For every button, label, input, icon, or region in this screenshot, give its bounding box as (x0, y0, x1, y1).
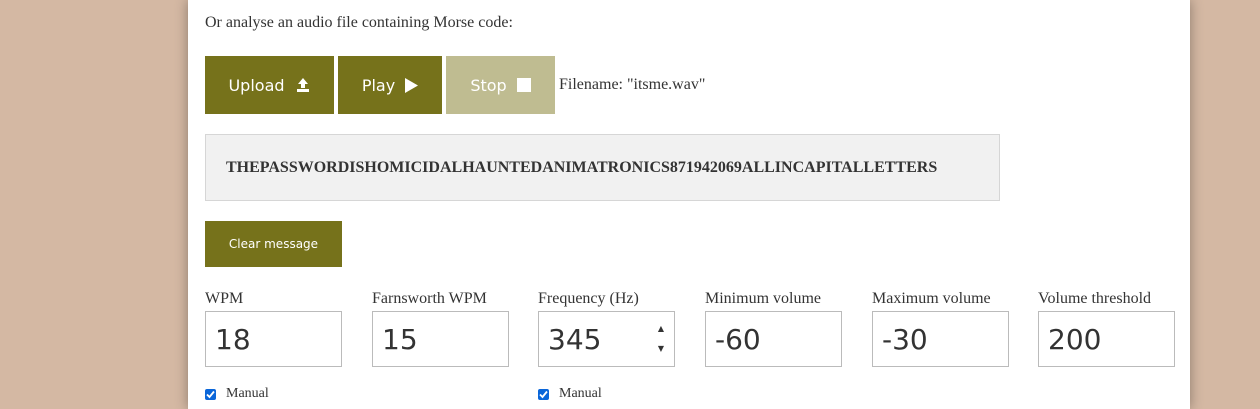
farnsworth-wpm-value: 15 (382, 322, 418, 356)
maximum-volume-value: -30 (882, 322, 928, 356)
wpm-value: 18 (215, 322, 251, 356)
stop-label: Stop (470, 75, 507, 95)
maximum-volume-input[interactable]: -30 (872, 311, 1009, 367)
message-output: THEPASSWORDISHOMICIDALHAUNTEDANIMATRONIC… (205, 134, 1000, 201)
farnsworth-wpm-input[interactable]: 15 (372, 311, 509, 367)
wpm-manual-label: Manual (226, 386, 269, 401)
checkmark-icon[interactable] (538, 388, 549, 400)
wpm-manual-checkbox[interactable]: Manual (205, 386, 269, 402)
intro-text: Or analyse an audio file containing Mors… (205, 14, 513, 31)
frequency-value: 345 (548, 322, 602, 356)
frequency-label: Frequency (Hz) (538, 290, 639, 307)
maximum-volume-label: Maximum volume (872, 290, 991, 307)
stop-button[interactable]: Stop (446, 56, 555, 114)
play-button[interactable]: Play (338, 56, 442, 114)
spinner-down-icon[interactable]: ▼ (658, 342, 664, 356)
frequency-input[interactable]: 345 ▲ ▼ (538, 311, 675, 367)
filename-text: Filename: "itsme.wav" (559, 76, 706, 93)
upload-icon (295, 77, 311, 93)
minimum-volume-label: Minimum volume (705, 290, 821, 307)
wpm-label: WPM (205, 290, 244, 307)
minimum-volume-value: -60 (715, 322, 761, 356)
wpm-input[interactable]: 18 (205, 311, 342, 367)
volume-threshold-input[interactable]: 200 (1038, 311, 1175, 367)
volume-threshold-label: Volume threshold (1038, 290, 1152, 307)
farnsworth-wpm-label: Farnsworth WPM (372, 290, 487, 307)
stop-icon (516, 78, 531, 92)
frequency-manual-label: Manual (559, 386, 602, 401)
upload-button[interactable]: Upload (205, 56, 334, 114)
minimum-volume-input[interactable]: -60 (705, 311, 842, 367)
volume-threshold-value: 200 (1048, 322, 1102, 356)
decoded-message: THEPASSWORDISHOMICIDALHAUNTEDANIMATRONIC… (226, 158, 938, 176)
clear-label: Clear message (228, 237, 319, 251)
frequency-manual-checkbox[interactable]: Manual (538, 386, 602, 402)
play-label: Play (361, 75, 396, 95)
spinner-up-icon[interactable]: ▲ (658, 322, 664, 336)
checkmark-icon[interactable] (205, 388, 216, 400)
upload-label: Upload (228, 75, 285, 95)
play-icon (405, 77, 419, 93)
clear-message-button[interactable]: Clear message (205, 221, 342, 267)
frequency-spinner[interactable]: ▲ ▼ (654, 322, 668, 356)
